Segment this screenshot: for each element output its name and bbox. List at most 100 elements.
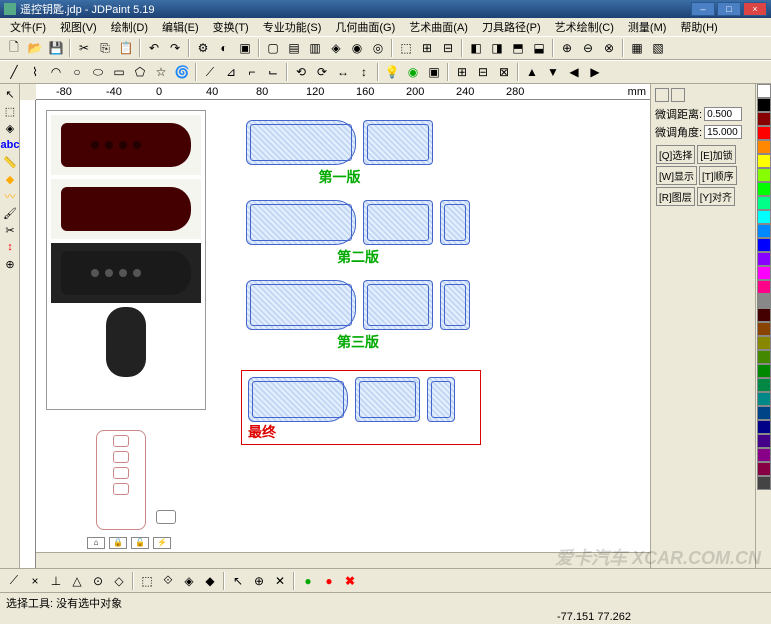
text-icon[interactable]: abc — [2, 137, 18, 153]
canvas[interactable]: 第一版 第二版 第三版 最终 — [36, 100, 650, 552]
color-swatch[interactable] — [757, 182, 771, 196]
knife-icon[interactable]: ✂ — [2, 222, 18, 238]
tab-icon[interactable] — [655, 88, 669, 102]
color-swatch[interactable] — [757, 112, 771, 126]
tool-icon[interactable]: ◧ — [466, 38, 486, 58]
snap-icon[interactable]: ⊕ — [249, 571, 269, 591]
panel-button[interactable]: [W]显示 — [656, 166, 697, 185]
menu-measure[interactable]: 测量(M) — [622, 18, 673, 36]
snap-icon[interactable]: ⊙ — [88, 571, 108, 591]
color-swatch[interactable] — [757, 266, 771, 280]
menu-art-draw[interactable]: 艺术绘制(C) — [549, 18, 620, 36]
tool-icon[interactable]: ⚙ — [193, 38, 213, 58]
color-swatch[interactable] — [757, 84, 771, 98]
tool-icon[interactable]: ▼ — [543, 62, 563, 82]
color-swatch[interactable] — [757, 294, 771, 308]
color-swatch[interactable] — [757, 364, 771, 378]
tool-icon[interactable]: ▣ — [235, 38, 255, 58]
spiral-icon[interactable]: 🌀 — [172, 62, 192, 82]
tool-icon[interactable]: ◨ — [487, 38, 507, 58]
copy-icon[interactable]: ⎘ — [95, 38, 115, 58]
menu-edit[interactable]: 编辑(E) — [156, 18, 205, 36]
tool-icon[interactable]: ▲ — [522, 62, 542, 82]
menu-geom[interactable]: 几何曲面(G) — [329, 18, 401, 36]
minimize-button[interactable]: – — [691, 2, 715, 16]
color-swatch[interactable] — [757, 140, 771, 154]
color-swatch[interactable] — [757, 252, 771, 266]
tool-icon[interactable]: ◐ — [214, 38, 234, 58]
color-swatch[interactable] — [757, 336, 771, 350]
panel-button[interactable]: [E]加锁 — [697, 145, 735, 164]
color-swatch[interactable] — [757, 406, 771, 420]
tool-icon[interactable]: ⬚ — [396, 38, 416, 58]
color-swatch[interactable] — [757, 238, 771, 252]
tool-icon[interactable]: ⟋ — [200, 62, 220, 82]
save-icon[interactable]: 💾 — [46, 38, 66, 58]
delete-icon[interactable]: ✖ — [340, 571, 360, 591]
color-swatch[interactable] — [757, 196, 771, 210]
ellipse-icon[interactable]: ⬭ — [88, 62, 108, 82]
snap-icon[interactable]: ↖ — [228, 571, 248, 591]
tool-icon[interactable]: ◀ — [564, 62, 584, 82]
tool-icon[interactable]: ⊖ — [578, 38, 598, 58]
tool-icon[interactable]: ⊞ — [452, 62, 472, 82]
color-swatch[interactable] — [757, 462, 771, 476]
edit-icon[interactable]: ◈ — [2, 120, 18, 136]
menu-transform[interactable]: 变换(T) — [207, 18, 255, 36]
node-icon[interactable]: ⬚ — [2, 103, 18, 119]
tool-icon[interactable]: ⊗ — [599, 38, 619, 58]
tool-icon[interactable]: ▣ — [424, 62, 444, 82]
cut-icon[interactable]: ✂ — [74, 38, 94, 58]
panel-button[interactable]: [T]顺序 — [699, 166, 737, 185]
menu-file[interactable]: 文件(F) — [4, 18, 52, 36]
tool-icon[interactable]: ⊠ — [494, 62, 514, 82]
tool-icon[interactable]: ▶ — [585, 62, 605, 82]
color-swatch[interactable] — [757, 476, 771, 490]
circle-icon[interactable]: ○ — [67, 62, 87, 82]
polygon-icon[interactable]: ⬠ — [130, 62, 150, 82]
tool-icon[interactable]: ▥ — [305, 38, 325, 58]
tool-icon[interactable]: ↔ — [333, 62, 353, 82]
tool-icon[interactable]: ⊕ — [2, 256, 18, 272]
brush-icon[interactable]: 🖌 — [2, 205, 18, 221]
menu-toolpath[interactable]: 刀具路径(P) — [476, 18, 547, 36]
angle-input[interactable] — [704, 125, 742, 139]
paste-icon[interactable]: 📋 — [116, 38, 136, 58]
menu-help[interactable]: 帮助(H) — [674, 18, 723, 36]
panel-button[interactable]: [Y]对齐 — [697, 187, 735, 206]
color-swatch[interactable] — [757, 168, 771, 182]
tool-icon[interactable]: ⟳ — [312, 62, 332, 82]
tool-icon[interactable]: ▤ — [284, 38, 304, 58]
polyline-icon[interactable]: ⌇ — [25, 62, 45, 82]
tool-icon[interactable]: ⊟ — [438, 38, 458, 58]
tool-icon[interactable]: ◈ — [326, 38, 346, 58]
snap-icon[interactable]: ◇ — [109, 571, 129, 591]
tool-icon[interactable]: ◉ — [347, 38, 367, 58]
line-icon[interactable]: ╱ — [4, 62, 24, 82]
tool-icon[interactable]: ↕ — [354, 62, 374, 82]
panel-button[interactable]: [Q]选择 — [656, 145, 695, 164]
color-swatch[interactable] — [757, 378, 771, 392]
bulb-icon[interactable]: 💡 — [382, 62, 402, 82]
color-swatch[interactable] — [757, 210, 771, 224]
redo-icon[interactable]: ↷ — [165, 38, 185, 58]
tool-icon[interactable]: ◉ — [403, 62, 423, 82]
dist-input[interactable] — [704, 107, 742, 121]
color-swatch[interactable] — [757, 154, 771, 168]
color-swatch[interactable] — [757, 434, 771, 448]
tool-icon[interactable]: ▢ — [263, 38, 283, 58]
color-swatch[interactable] — [757, 308, 771, 322]
tool-icon[interactable]: ⟲ — [291, 62, 311, 82]
color-swatch[interactable] — [757, 392, 771, 406]
toggle-icon[interactable]: ● — [319, 571, 339, 591]
star-icon[interactable]: ☆ — [151, 62, 171, 82]
menu-pro[interactable]: 专业功能(S) — [257, 18, 328, 36]
rect-icon[interactable]: ▭ — [109, 62, 129, 82]
tool-icon[interactable]: ▧ — [648, 38, 668, 58]
snap-icon[interactable]: ✕ — [270, 571, 290, 591]
snap-icon[interactable]: ⟐ — [158, 571, 178, 591]
tool-icon[interactable]: ⊿ — [221, 62, 241, 82]
curve-icon[interactable]: 〰 — [2, 188, 18, 204]
dim-icon[interactable]: ↕ — [2, 239, 18, 255]
color-swatch[interactable] — [757, 224, 771, 238]
